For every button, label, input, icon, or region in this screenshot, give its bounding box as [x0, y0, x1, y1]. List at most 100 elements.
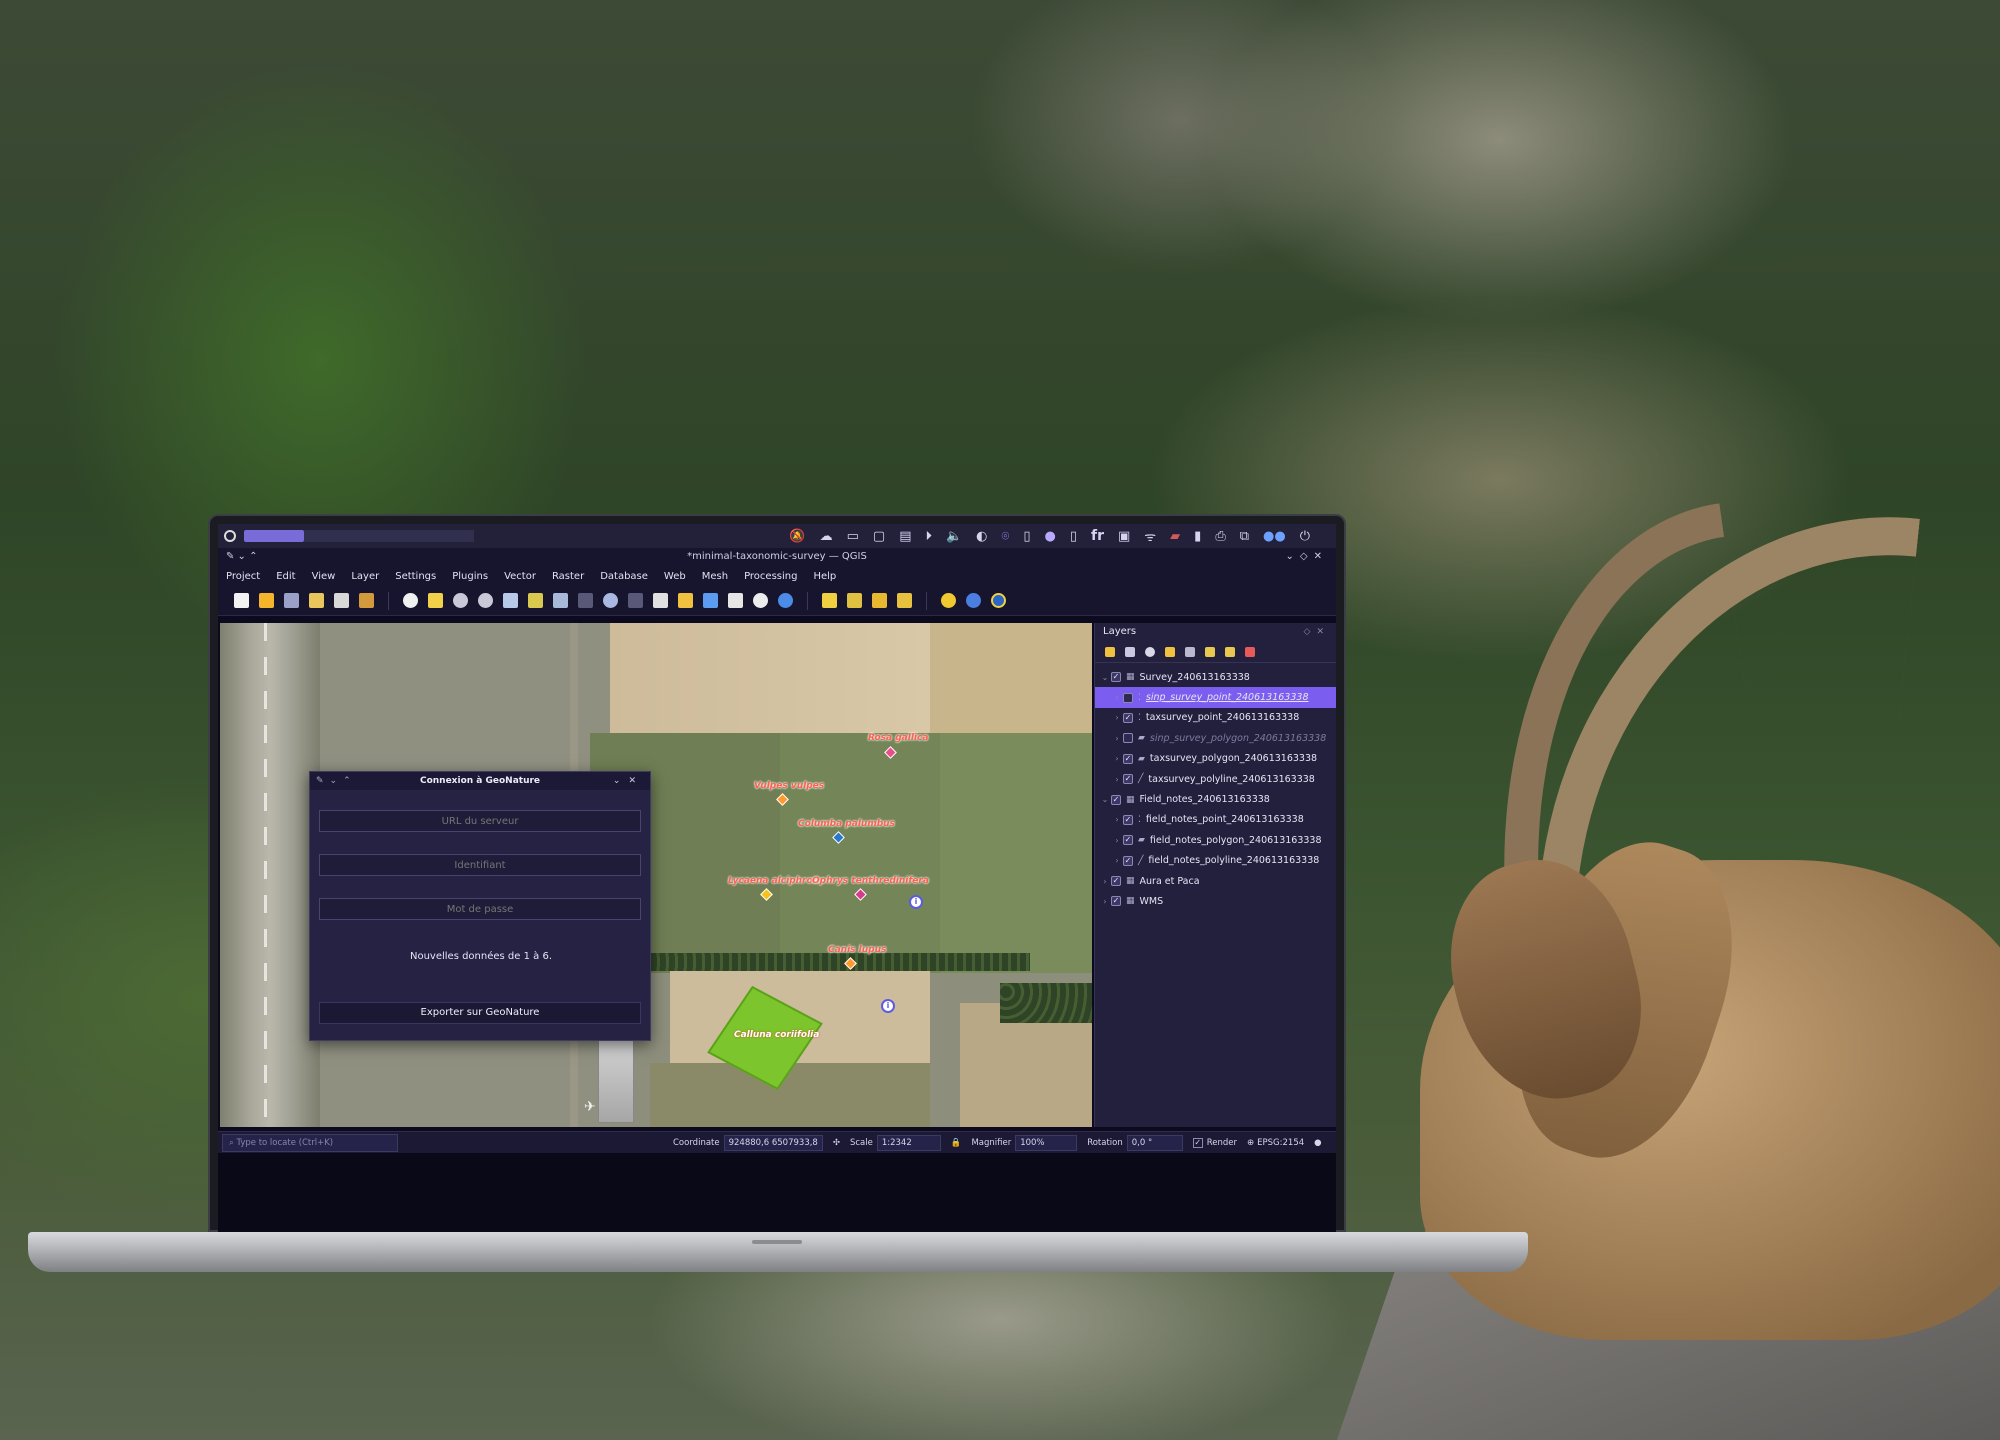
menu-project[interactable]: Project [226, 571, 260, 582]
layer-row[interactable]: › ✓ ⁚ field_notes_point_240613163338 [1095, 810, 1336, 830]
layer-row[interactable]: › ⁚ sinp_survey_point_240613163338 [1095, 687, 1336, 708]
map-canvas[interactable]: ✈ ✈ ✈ Calluna coriifolia Rosa gallica Vu… [220, 623, 1092, 1127]
open-project-icon[interactable] [259, 593, 274, 608]
expand-all-icon[interactable] [1205, 646, 1215, 657]
chevron-right-icon[interactable]: › [1111, 815, 1123, 824]
pan-to-selection-icon[interactable] [428, 593, 443, 608]
layer-row[interactable]: ⌄ ✓ ▦ Field_notes_240613163338 [1095, 789, 1336, 809]
zoom-out-icon[interactable] [478, 593, 493, 608]
field-note-icon[interactable]: i [909, 895, 923, 909]
layer-visibility-checkbox[interactable]: ✓ [1123, 835, 1133, 846]
filter-icon[interactable] [1165, 646, 1175, 657]
location-icon[interactable]: ⌾ [1002, 529, 1010, 544]
remove-layer-icon[interactable] [1245, 646, 1255, 657]
menu-vector[interactable]: Vector [504, 571, 536, 582]
play-icon[interactable]: ⏵ [925, 529, 932, 544]
layer-row[interactable]: › ✓ ▰ taxsurvey_polygon_240613163338 [1095, 749, 1336, 769]
crs-label[interactable]: EPSG:2154 [1257, 1138, 1304, 1148]
coordinate-value[interactable]: 924880,6 6507933,8 [723, 1134, 823, 1151]
python-icon[interactable] [941, 593, 956, 608]
volume-icon[interactable]: 🔈 [946, 529, 962, 544]
refresh-icon[interactable] [778, 593, 793, 608]
password-input[interactable] [319, 898, 641, 920]
extents-icon[interactable]: ✣ [833, 1138, 840, 1148]
chevron-right-icon[interactable]: › [1111, 775, 1123, 784]
layer-visibility-checkbox[interactable]: ✓ [1111, 896, 1121, 907]
layer-row[interactable]: › ✓ ▦ WMS [1095, 891, 1336, 911]
pin-icon[interactable]: ✎ ⌄ ⌃ [226, 548, 258, 566]
chevron-right-icon[interactable]: › [1099, 877, 1111, 886]
layer-row[interactable]: › ▰ sinp_survey_polygon_240613163338 [1095, 728, 1336, 748]
menu-settings[interactable]: Settings [395, 571, 436, 582]
chevron-down-icon[interactable]: ⌄ [1099, 795, 1111, 804]
layer-row[interactable]: › ✓ ╱ field_notes_polyline_240613163338 [1095, 851, 1336, 871]
style-manager-icon[interactable] [359, 593, 374, 608]
menu-layer[interactable]: Layer [351, 571, 379, 582]
login-input[interactable] [319, 854, 641, 876]
zoom-in-icon[interactable] [453, 593, 468, 608]
chevron-right-icon[interactable]: › [1111, 693, 1123, 702]
messages-icon[interactable]: ● [1314, 1138, 1321, 1148]
status-dots-icon[interactable]: ●● [1263, 529, 1286, 544]
open-style-icon[interactable] [1105, 646, 1115, 657]
menu-view[interactable]: View [312, 571, 336, 582]
deselect-icon[interactable] [897, 593, 912, 608]
battery-icon[interactable]: ▰ [1170, 529, 1180, 544]
select-by-value-icon[interactable] [872, 593, 887, 608]
visibility-icon[interactable] [1145, 646, 1155, 657]
menu-help[interactable]: Help [813, 571, 836, 582]
layer-visibility-checkbox[interactable] [1123, 733, 1133, 744]
layer-visibility-checkbox[interactable]: ✓ [1123, 814, 1133, 825]
panel-controls[interactable]: ◇✕ [1304, 623, 1330, 641]
user-icon[interactable]: ▣ [1118, 529, 1130, 544]
add-group-icon[interactable] [1125, 646, 1135, 657]
window-controls[interactable]: ⌄◇✕ [1286, 548, 1328, 566]
zoom-native-icon[interactable] [578, 593, 593, 608]
filter-legend-icon[interactable] [1185, 646, 1195, 657]
locator-input[interactable]: ⌕ Type to locate (Ctrl+K) [222, 1133, 398, 1152]
undo-icon[interactable] [966, 593, 981, 608]
export-geonature-button[interactable]: Exporter sur GeoNature [319, 1002, 641, 1024]
show-bookmarks-icon[interactable] [728, 593, 743, 608]
workspace-active[interactable] [244, 530, 304, 542]
save-as-icon[interactable] [309, 593, 324, 608]
server-url-input[interactable] [319, 810, 641, 832]
save-project-icon[interactable] [284, 593, 299, 608]
layer-visibility-checkbox[interactable]: ✓ [1111, 672, 1121, 683]
layer-row[interactable]: › ✓ ▦ Aura et Paca [1095, 871, 1336, 891]
zoom-layer-icon[interactable] [553, 593, 568, 608]
phone-icon[interactable]: ▯ [1023, 529, 1030, 544]
field-note-icon[interactable]: i [881, 999, 895, 1013]
collapse-all-icon[interactable] [1225, 646, 1235, 657]
cloud-icon[interactable]: ☁ [820, 529, 833, 544]
new-project-icon[interactable] [234, 593, 249, 608]
new-map-view-icon[interactable] [653, 593, 668, 608]
keyboard-layout[interactable]: fr [1091, 528, 1104, 544]
render-checkbox[interactable]: ✓ [1192, 1137, 1203, 1148]
screen-share-icon[interactable]: ⧉ [1240, 529, 1249, 544]
power-icon[interactable]: ⏻ [1300, 529, 1310, 544]
rotation-value[interactable]: 0,0 ° [1126, 1134, 1183, 1151]
menu-plugins[interactable]: Plugins [452, 571, 488, 582]
print-layout-icon[interactable] [334, 593, 349, 608]
identify-icon[interactable] [822, 593, 837, 608]
zoom-full-icon[interactable] [503, 593, 518, 608]
zoom-last-icon[interactable] [603, 593, 618, 608]
menu-mesh[interactable]: Mesh [702, 571, 728, 582]
print-icon[interactable]: ⎙ [1215, 529, 1225, 544]
layer-row[interactable]: › ✓ ⁚ taxsurvey_point_240613163338 [1095, 708, 1336, 728]
chevron-right-icon[interactable]: › [1111, 734, 1123, 743]
scale-value[interactable]: 1:2342 [876, 1134, 941, 1151]
dialog-close-icon[interactable]: ⌄✕ [613, 772, 644, 790]
magnifier-value[interactable]: 100% [1015, 1134, 1078, 1151]
zoom-next-icon[interactable] [628, 593, 643, 608]
monitor-icon[interactable]: ▭ [847, 529, 859, 544]
clock-tool-icon[interactable] [753, 593, 768, 608]
menu-raster[interactable]: Raster [552, 571, 584, 582]
clipboard-icon[interactable]: ▮ [1194, 529, 1201, 544]
lock-icon[interactable]: 🔒 [951, 1138, 962, 1148]
menu-web[interactable]: Web [664, 571, 686, 582]
chevron-right-icon[interactable]: › [1111, 856, 1123, 865]
pan-icon[interactable] [403, 593, 418, 608]
dialog-pin-icon[interactable]: ✎⌄⌃ [316, 772, 357, 790]
